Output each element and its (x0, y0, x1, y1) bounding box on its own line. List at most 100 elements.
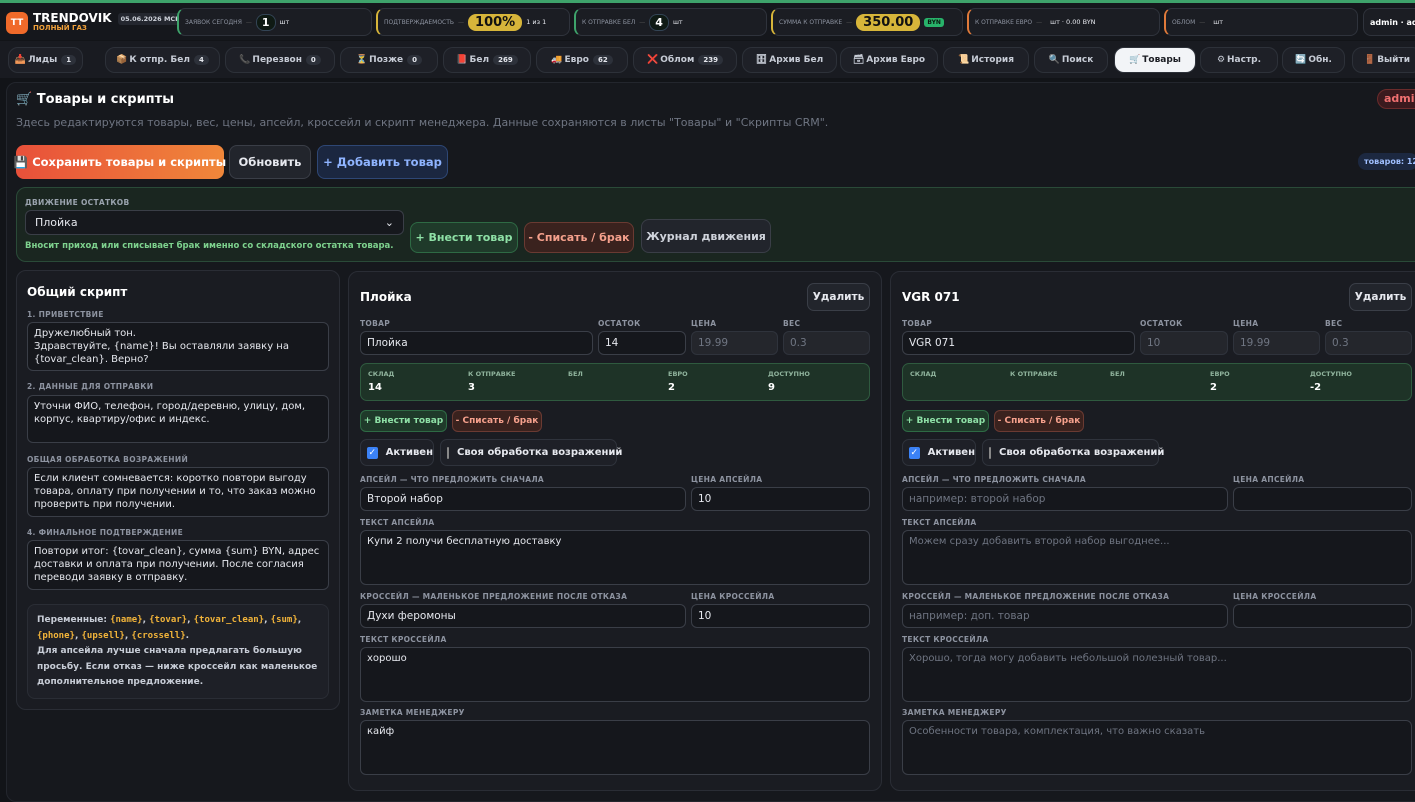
refresh-button[interactable]: Обновить (229, 145, 311, 179)
stock-input[interactable]: 10 (1140, 331, 1228, 355)
upsell-price-input[interactable]: 10 (691, 487, 870, 511)
product-name-input[interactable]: VGR 071 (902, 331, 1135, 355)
tab-label: Товары (1142, 55, 1181, 65)
stock-avail-label: ДОСТУПНО (1310, 370, 1352, 378)
movement-product-select[interactable]: Плойка ⌄ (25, 210, 404, 235)
stat-to-send-bel: К ОТПРАВКЕ БЕЛ —4 шт (574, 8, 767, 36)
final-confirm-textarea[interactable]: Повтори итог: {tovar_clean}, сумма {sum}… (27, 540, 329, 590)
crosssell-price-input[interactable]: 10 (691, 604, 870, 628)
write-off-button[interactable]: - Списать / брак (524, 222, 634, 253)
greeting-textarea[interactable]: Дружелюбный тон. Здравствуйте, {name}! В… (27, 322, 329, 371)
tab-12[interactable]: ⚙ Настр. (1200, 47, 1278, 73)
page-subtitle: Здесь редактируются товары, вес, цены, а… (16, 116, 829, 129)
stat-label: ЗАЯВОК СЕГОДНЯ (185, 18, 242, 26)
weight-label: ВЕС (783, 319, 801, 328)
tab-8[interactable]: 🗃 Архив Евро (840, 47, 938, 73)
delete-product-button[interactable]: Удалить (807, 283, 870, 311)
product-add-stock-button[interactable]: + Внести товар (902, 410, 989, 432)
upsell-price-label: ЦЕНА АПСЕЙЛА (691, 475, 763, 484)
stat-value: 350.00 (856, 13, 921, 31)
movement-hint: Вносит приход или списывает брак именно … (25, 241, 394, 251)
stock-euro-value: 2 (668, 382, 675, 393)
weight-input[interactable]: 0.3 (1325, 331, 1412, 355)
upsell-price-input[interactable] (1233, 487, 1412, 511)
add-product-button[interactable]: + Добавить товар (317, 145, 448, 179)
tab-label: Лиды (28, 55, 58, 65)
tab-icon: 🔍 (1048, 55, 1060, 65)
save-products-button[interactable]: 💾 Сохранить товары и скрипты (14, 145, 226, 179)
tab-14[interactable]: 🚪 Выйти (1352, 47, 1415, 73)
stock-label: ОСТАТОК (598, 319, 641, 328)
upsell-input[interactable]: Второй набор (360, 487, 686, 511)
tab-2[interactable]: 📞 Перезвон 0 (225, 47, 335, 73)
product-add-stock-button[interactable]: + Внести товар (360, 410, 447, 432)
stock-to_send-value: 3 (468, 382, 475, 393)
upsell-text-label: ТЕКСТ АПСЕЙЛА (902, 518, 977, 527)
add-stock-button[interactable]: + Внести товар (410, 222, 518, 253)
variables-hint: Переменные: {name}, {tovar}, {tovar_clea… (27, 604, 329, 699)
tab-icon: ❌ (647, 55, 659, 65)
product-write-off-button[interactable]: - Списать / брак (994, 410, 1084, 432)
stock-avail-label: ДОСТУПНО (768, 370, 810, 378)
checkbox-checked-icon: ✓ (367, 446, 378, 459)
active-checkbox[interactable]: ✓ Активен (360, 439, 434, 466)
movement-log-button[interactable]: Журнал движения (641, 219, 771, 253)
crosssell-price-input[interactable] (1233, 604, 1412, 628)
tab-7[interactable]: 🗄 Архив Бел (742, 47, 837, 73)
tab-icon: 📜 (957, 55, 970, 65)
user-badge[interactable]: admin · admin (1363, 8, 1415, 36)
tab-1[interactable]: 📦 К отпр. Бел 4 (105, 47, 220, 73)
price-input[interactable]: 19.99 (691, 331, 778, 355)
manager-note-textarea[interactable]: Особенности товара, комплектация, что ва… (902, 720, 1412, 775)
price-input[interactable]: 19.99 (1233, 331, 1320, 355)
upsell-text-textarea[interactable]: Купи 2 получи бесплатную доставку (360, 530, 870, 585)
tab-10[interactable]: 🔍 Поиск (1034, 47, 1108, 73)
own-objections-checkbox[interactable]: Своя обработка возражений (982, 439, 1164, 466)
tab-count-badge: 0 (305, 55, 321, 65)
tab-0[interactable]: 📥 Лиды 1 (8, 47, 83, 73)
crosssell-price-label: ЦЕНА КРОССЕЙЛА (1233, 592, 1317, 601)
crosssell-input[interactable]: Духи феромоны (360, 604, 686, 628)
tab-label: Поиск (1061, 55, 1094, 65)
stat-orders-today: ЗАЯВОК СЕГОДНЯ —1 шт (177, 8, 372, 36)
tab-4[interactable]: 📕 Бел 269 (443, 47, 531, 73)
product-name-input[interactable]: Плойка (360, 331, 593, 355)
tab-11[interactable]: 🛒 Товары (1114, 47, 1196, 73)
upsell-input[interactable]: например: второй набор (902, 487, 1228, 511)
crosssell-text-textarea[interactable]: Хорошо, тогда могу добавить небольшой по… (902, 647, 1412, 702)
tab-count-badge: 0 (407, 55, 423, 65)
tab-icon: 📦 (116, 55, 128, 65)
tab-count-badge: 62 (592, 55, 613, 65)
current-date: 05.06.2026 МСК (117, 13, 184, 25)
stock-sklad-value: 14 (368, 382, 382, 393)
weight-input[interactable]: 0.3 (783, 331, 870, 355)
stock-label: ОСТАТОК (1140, 319, 1183, 328)
crosssell-text-textarea[interactable]: хорошо (360, 647, 870, 702)
tab-5[interactable]: 🚚 Евро 62 (536, 47, 628, 73)
objections-label: ОБЩАЯ ОБРАБОТКА ВОЗРАЖЕНИЙ (27, 455, 189, 464)
stat-label: СУММА К ОТПРАВКЕ (779, 18, 843, 26)
tab-13[interactable]: 🔄 Обн. (1282, 47, 1345, 73)
shipping-data-textarea[interactable]: Уточни ФИО, телефон, город/деревню, улиц… (27, 395, 329, 443)
brand-name: TRENDOVIK (33, 11, 112, 25)
manager-note-textarea[interactable]: кайф (360, 720, 870, 775)
stat-oblom: ОБЛОМ — шт (1164, 8, 1358, 36)
tab-3[interactable]: ⏳ Позже 0 (340, 47, 438, 73)
crosssell-text-label: ТЕКСТ КРОССЕЙЛА (902, 635, 989, 644)
tab-6[interactable]: ❌ Облом 239 (633, 47, 737, 73)
delete-product-button[interactable]: Удалить (1349, 283, 1412, 311)
active-checkbox[interactable]: ✓ Активен (902, 439, 976, 466)
greeting-label: 1. ПРИВЕТСТВИЕ (27, 310, 104, 319)
stat-unit: шт · 0.00 BYN (1050, 18, 1096, 26)
own-objections-checkbox[interactable]: Своя обработка возражений (440, 439, 622, 466)
crosssell-input[interactable]: например: доп. товар (902, 604, 1228, 628)
tab-label: Облом (660, 55, 695, 65)
product-write-off-button[interactable]: - Списать / брак (452, 410, 542, 432)
objections-textarea[interactable]: Если клиент сомневается: коротко повтори… (27, 467, 329, 517)
stat-value: 4 (649, 13, 669, 31)
variable-token: {sum} (270, 615, 298, 625)
tab-9[interactable]: 📜 История (943, 47, 1029, 73)
upsell-text-textarea[interactable]: Можем сразу добавить второй набор выгодн… (902, 530, 1412, 585)
page-title: 🛒 Товары и скрипты (16, 92, 174, 107)
stock-input[interactable]: 14 (598, 331, 686, 355)
